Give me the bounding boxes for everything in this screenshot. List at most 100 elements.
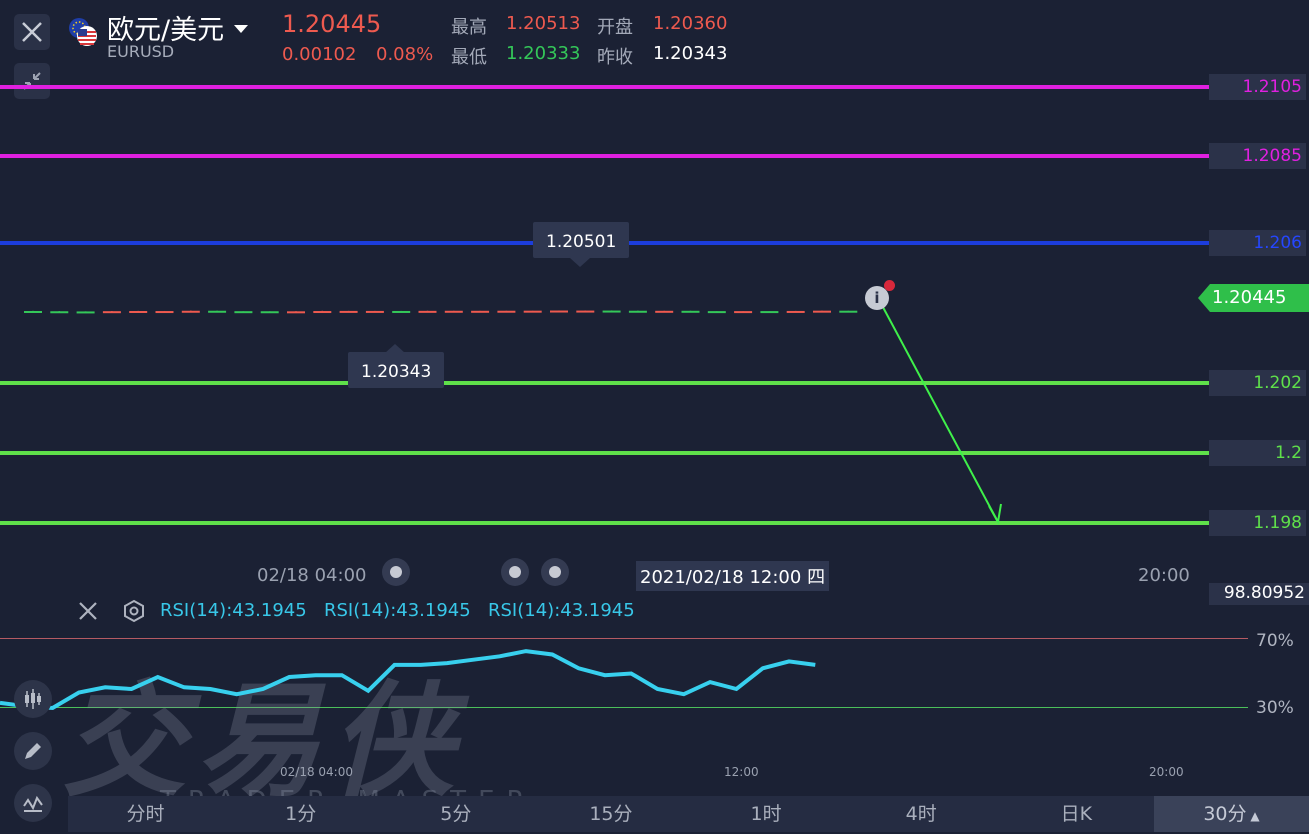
candle (365, 310, 384, 313)
candle (602, 310, 621, 313)
candle (550, 310, 568, 313)
time-label-right: 20:00 (1138, 565, 1190, 586)
candle-body (497, 310, 516, 313)
candle (50, 311, 69, 314)
candle (24, 310, 42, 313)
candle-body (576, 310, 595, 313)
rsi-label-3: RSI(14):43.1945 (488, 600, 635, 621)
mini-axis-right: 20:00 (1149, 765, 1184, 779)
level-tag-1: 1.2105 (1209, 74, 1306, 100)
candle-body (734, 311, 753, 314)
candle (839, 310, 858, 313)
candle (497, 310, 516, 313)
drag-handle-2[interactable] (501, 558, 529, 586)
candle-body (786, 310, 805, 313)
candle-body (260, 311, 279, 314)
candle (392, 310, 411, 313)
candle-body (102, 311, 121, 314)
candle (208, 310, 227, 313)
current-price-tag: 1.20445 (1198, 284, 1309, 312)
tab-30min[interactable]: 30分 ▲ (1153, 796, 1309, 832)
tab-timeshare[interactable]: 分时 (68, 796, 223, 832)
candle-body (392, 310, 411, 313)
rsi-label-1: RSI(14):43.1945 (160, 600, 307, 621)
candle (471, 310, 490, 313)
tab-4h[interactable]: 4时 (844, 796, 999, 832)
candle (576, 310, 595, 313)
chart-type-button[interactable] (14, 680, 52, 718)
candle (523, 310, 542, 313)
level-tag-6: 1.198 (1209, 510, 1306, 536)
level-tag-2: 1.2085 (1209, 143, 1306, 169)
candle (418, 310, 437, 313)
rsi-line-chart (0, 649, 816, 711)
candle (628, 310, 647, 313)
high-marker: 1.20501 (533, 222, 629, 258)
candle-body (628, 310, 647, 313)
rsi-label-2: RSI(14):43.1945 (324, 600, 471, 621)
candlestick-icon (25, 689, 41, 709)
rsi-30-label: 30% (1256, 698, 1294, 718)
candle-body (313, 311, 332, 314)
draw-tool-button[interactable] (14, 732, 52, 770)
rsi-70-label: 70% (1256, 631, 1294, 651)
trend-arrow[interactable] (860, 278, 1010, 528)
low-marker: 1.20343 (348, 352, 444, 388)
candle-body (181, 310, 200, 313)
alert-dot-icon (884, 280, 895, 291)
mini-axis-left: 02/18 04:00 (280, 765, 353, 779)
candle-body (287, 311, 305, 314)
rsi-close-icon[interactable] (77, 600, 99, 622)
candle (181, 310, 200, 313)
low-marker-value: 1.20343 (361, 362, 432, 382)
candle-body (813, 310, 831, 313)
candle-body (839, 310, 858, 313)
candle-body (444, 310, 463, 313)
candle (655, 310, 674, 313)
indicator-button[interactable] (14, 784, 52, 822)
candle (260, 311, 279, 314)
candle (707, 311, 726, 314)
rsi-settings-icon[interactable] (122, 599, 146, 623)
candle (287, 311, 305, 314)
candle-body (76, 311, 95, 314)
indicator-icon (23, 795, 43, 812)
tab-5min[interactable]: 5分 (378, 796, 533, 832)
candle (734, 311, 753, 314)
candle-body (50, 311, 69, 314)
candlestick-chart[interactable] (0, 0, 1209, 560)
candle (155, 310, 174, 314)
candle (76, 311, 95, 314)
candle (129, 310, 148, 313)
drag-handle-3[interactable] (541, 558, 569, 586)
candle (760, 311, 779, 314)
tab-30min-label: 30分 (1203, 803, 1247, 825)
candle-body (655, 310, 674, 313)
rsi-axis-max: 98.80952 (1209, 583, 1309, 605)
mini-axis-mid: 12:00 (724, 765, 759, 779)
high-marker-pointer (570, 258, 590, 267)
high-marker-value: 1.20501 (546, 232, 617, 252)
level-tag-4: 1.202 (1209, 370, 1306, 396)
candle-body (760, 311, 779, 314)
candle (102, 311, 121, 314)
drag-handle-1[interactable] (382, 558, 410, 586)
timeframe-bar: 分时 1分 5分 15分 1时 4时 日K 30分 ▲ (68, 796, 1309, 832)
tab-1h[interactable]: 1时 (689, 796, 844, 832)
candle (813, 310, 831, 313)
candle-body (339, 310, 358, 313)
candle-body (24, 311, 42, 313)
tab-1min[interactable]: 1分 (223, 796, 378, 832)
candle-body (602, 310, 621, 313)
candle (339, 310, 358, 313)
candle-body (234, 311, 253, 314)
caret-up-icon: ▲ (1246, 809, 1260, 823)
tab-daily[interactable]: 日K (999, 796, 1154, 832)
candle-body (471, 310, 490, 313)
candle (234, 311, 253, 314)
candle (313, 310, 332, 314)
candle (786, 310, 805, 313)
candle-body (155, 311, 174, 314)
tab-15min[interactable]: 15分 (533, 796, 688, 832)
candle-body (365, 310, 384, 313)
